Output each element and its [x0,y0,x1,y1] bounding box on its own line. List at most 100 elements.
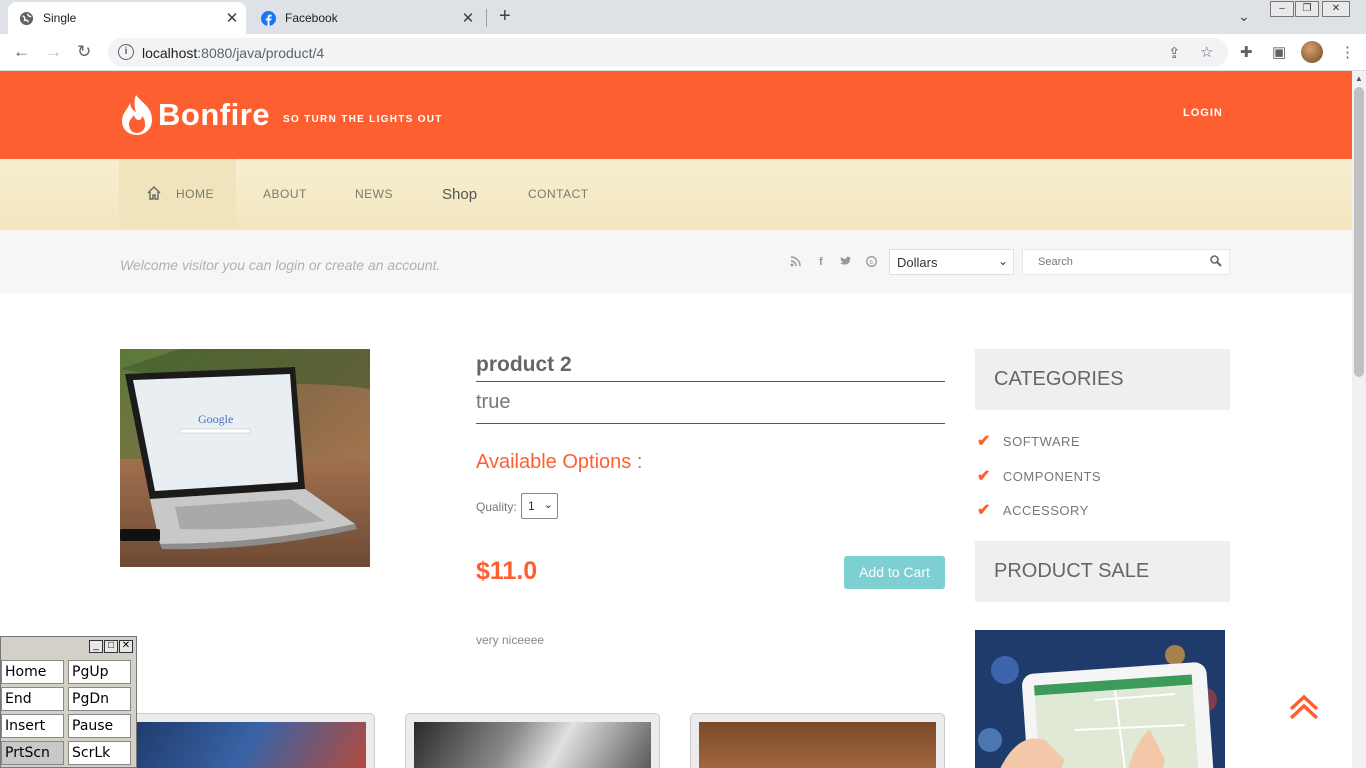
checkmark-icon: ✔ [977,433,991,450]
product-image[interactable]: Google [120,349,370,567]
category-components[interactable]: ✔ COMPONENTS [977,466,1101,486]
product-subtitle: true [476,391,511,413]
tab-separator [486,9,487,27]
key-scrlk[interactable]: ScrLk [68,741,131,765]
tagline: SO TURN THE LIGHTS OUT [283,114,443,125]
search-input[interactable]: Search [1022,249,1230,275]
nav-shop[interactable]: Shop [442,186,477,203]
product-sale-header: PRODUCT SALE [975,541,1230,602]
nav-contact[interactable]: CONTACT [528,187,589,201]
svg-text:s: s [869,259,873,266]
divider [476,381,945,382]
logo-text[interactable]: Bonfire [158,97,270,133]
facebook-icon [260,10,276,26]
related-product-card[interactable] [120,713,375,768]
menu-dots-icon[interactable]: ⋮ [1340,43,1355,61]
skype-icon[interactable]: s [866,256,877,270]
nav-about[interactable]: ABOUT [263,187,307,201]
restore-icon[interactable]: ❐ [1295,1,1319,17]
svg-text:Google: Google [198,412,233,426]
maximize-icon[interactable]: □ [104,640,118,653]
new-tab-icon[interactable]: + [499,5,511,28]
welcome-text: Welcome visitor you can login or create … [120,257,441,273]
quality-select[interactable]: 1 ⌄ [521,493,558,519]
product-price: $11.0 [476,557,538,585]
reload-icon[interactable]: ↻ [77,42,91,62]
minimize-icon[interactable]: _ [89,640,103,653]
back-icon[interactable]: ← [13,42,30,62]
bookmark-star-icon[interactable]: ☆ [1200,43,1213,61]
chevron-down-icon: ⌄ [543,499,553,511]
info-icon[interactable]: i [118,44,134,60]
search-icon[interactable] [1209,254,1223,268]
key-pause[interactable]: Pause [68,714,131,738]
forward-icon[interactable]: → [45,42,62,62]
rss-icon[interactable] [790,256,801,270]
related-product-card[interactable] [405,713,660,768]
sale-product-image[interactable] [975,630,1225,768]
address-bar[interactable]: i localhost:8080/java/product/4 ⇪ ☆ [108,38,1228,67]
product-description: very niceeee [476,633,545,647]
related-product-image [699,722,936,768]
login-link[interactable]: LOGIN [1183,107,1223,119]
scroll-to-top-icon[interactable] [1288,693,1320,721]
related-product-image [414,722,651,768]
checkmark-icon: ✔ [977,468,991,485]
add-to-cart-button[interactable]: Add to Cart [844,556,945,589]
sidepanel-icon[interactable]: ▣ [1272,43,1286,61]
currency-select[interactable]: Dollars ⌄ [889,249,1014,275]
chevron-down-icon: ⌄ [997,254,1008,268]
home-icon[interactable] [146,185,162,204]
avatar[interactable] [1301,41,1323,63]
currency-value: Dollars [897,255,938,270]
divider [476,423,945,424]
osk-window-controls: _ □ ✕ [89,640,133,653]
flame-logo-icon[interactable] [120,93,154,137]
page-scrollbar[interactable]: ▲ [1352,71,1366,768]
tab-title: Facebook [285,11,338,25]
scroll-up-icon[interactable]: ▲ [1355,74,1363,83]
key-pgdn[interactable]: PgDn [68,687,131,711]
checkmark-icon: ✔ [977,502,991,519]
url-text: localhost:8080/java/product/4 [142,45,325,61]
site-header: Bonfire SO TURN THE LIGHTS OUT LOGIN [0,71,1352,159]
close-window-icon[interactable]: ✕ [1322,1,1350,17]
twitter-icon[interactable] [840,256,852,269]
related-product-card[interactable] [690,713,945,768]
close-tab-icon[interactable]: ✕ [460,9,476,27]
scroll-thumb[interactable] [1354,87,1364,377]
utility-bar: Welcome visitor you can login or create … [0,230,1352,293]
close-tab-icon[interactable]: ✕ [224,9,240,27]
chevron-down-icon[interactable]: ⌄ [1238,8,1250,25]
nav-news[interactable]: NEWS [355,187,393,201]
category-software[interactable]: ✔ SOFTWARE [977,431,1080,451]
facebook-icon[interactable]: f [819,256,823,268]
browser-toolbar: ← → ↻ i localhost:8080/java/product/4 ⇪ … [0,34,1366,71]
quality-label: Quality: [476,500,517,514]
browser-tabbar: Single ✕ Facebook ✕ + ⌄ – ❐ ✕ [0,0,1366,34]
extensions-icon[interactable]: ✚ [1240,43,1253,61]
key-end[interactable]: End [1,687,64,711]
tab-facebook[interactable]: Facebook ✕ [250,2,482,34]
on-screen-keyboard: _ □ ✕ Home PgUp End PgDn Insert Pause Pr… [0,636,137,768]
key-insert[interactable]: Insert [1,714,64,738]
key-prtscn[interactable]: PrtScn [1,741,64,765]
related-product-image [129,722,366,768]
globe-icon [18,10,34,26]
categories-title: CATEGORIES [994,368,1124,390]
main-nav: HOME ABOUT NEWS Shop CONTACT [0,159,1352,230]
product-title: product 2 [476,353,572,376]
minimize-icon[interactable]: – [1270,1,1294,17]
tab-single[interactable]: Single ✕ [8,2,246,34]
categories-header: CATEGORIES [975,349,1230,410]
key-pgup[interactable]: PgUp [68,660,131,684]
product-sale-title: PRODUCT SALE [994,560,1150,582]
tab-title: Single [43,11,77,25]
nav-home[interactable]: HOME [176,187,214,201]
category-accessory[interactable]: ✔ ACCESSORY [977,500,1089,520]
page-content: Bonfire SO TURN THE LIGHTS OUT LOGIN HOM… [0,71,1352,768]
key-home[interactable]: Home [1,660,64,684]
share-icon[interactable]: ⇪ [1168,44,1181,62]
close-icon[interactable]: ✕ [119,640,133,653]
search-placeholder: Search [1038,256,1073,268]
